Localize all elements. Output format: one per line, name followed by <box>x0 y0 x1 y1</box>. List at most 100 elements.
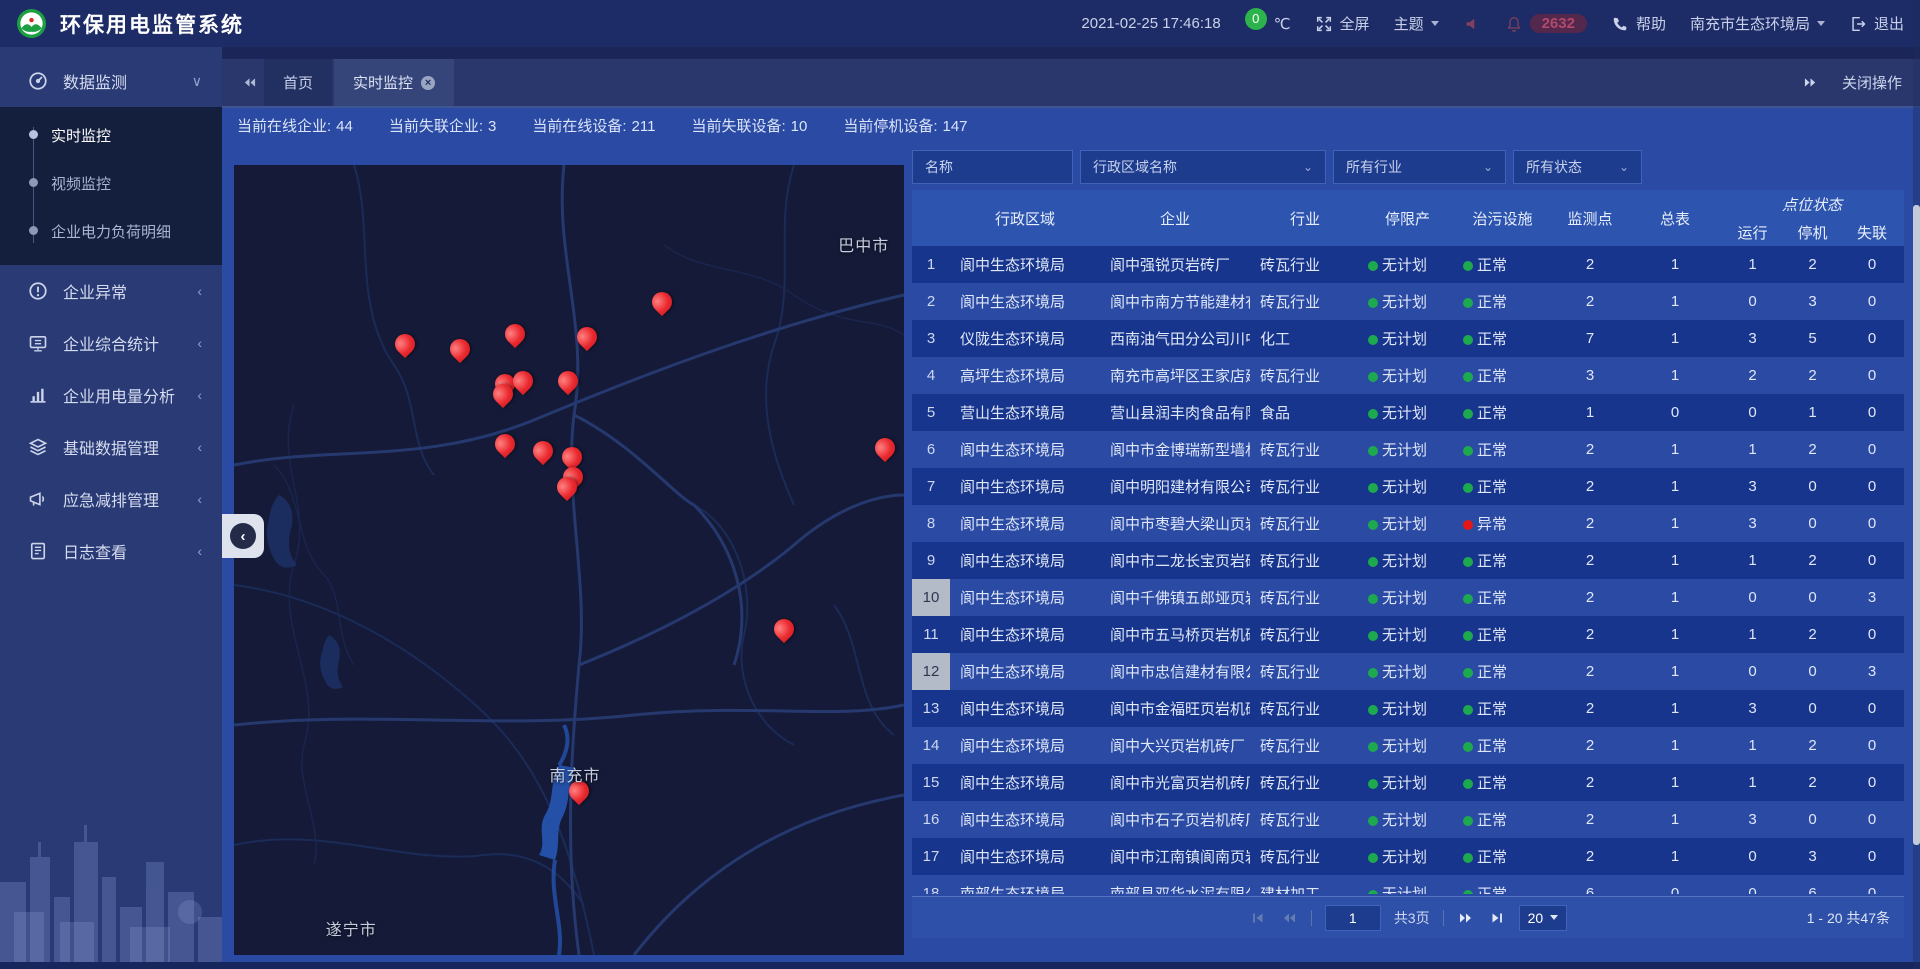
table-cell: 无计划 <box>1360 616 1455 653</box>
col-region[interactable]: 行政区域 <box>950 190 1100 246</box>
table-row[interactable]: 2阆中生态环境局阆中市南方节能建材有砖瓦行业无计划正常21030 <box>912 283 1904 320</box>
page-size-select[interactable]: 20 <box>1519 905 1568 931</box>
page-size-value: 20 <box>1528 910 1544 926</box>
status-dot-icon <box>1368 779 1378 789</box>
col-company[interactable]: 企业 <box>1100 190 1250 246</box>
status-dot-icon <box>1463 594 1473 604</box>
col-total-meter[interactable]: 总表 <box>1630 190 1720 246</box>
last-page-button[interactable] <box>1488 911 1506 925</box>
table-cell: 2 <box>1785 357 1840 394</box>
tab-1[interactable]: 首页 <box>264 59 332 106</box>
table-cell: 无计划 <box>1360 505 1455 542</box>
table-row[interactable]: 15阆中生态环境局阆中市光富页岩机砖厂砖瓦行业无计划正常21120 <box>912 764 1904 801</box>
cell-text: 0 <box>1748 589 1756 606</box>
col-monitor-points[interactable]: 监测点 <box>1550 190 1630 246</box>
page-input[interactable] <box>1325 905 1381 931</box>
theme-dropdown[interactable]: 主题 <box>1394 13 1439 34</box>
next-page-button[interactable] <box>1457 911 1475 925</box>
sound-button[interactable] <box>1463 15 1481 33</box>
map-collapse-handle[interactable]: ‹ <box>222 514 264 558</box>
notification-count-badge: 2632 <box>1530 14 1587 33</box>
sidebar-item-2[interactable]: 企业异常‹ <box>0 265 222 317</box>
cell-text: 正常 <box>1477 812 1507 829</box>
col-running[interactable]: 运行 <box>1720 218 1785 246</box>
table-row[interactable]: 13阆中生态环境局阆中市金福旺页岩机砖砖瓦行业无计划正常21300 <box>912 690 1904 727</box>
cell-text: 1 <box>1671 367 1679 384</box>
table-cell: 4 <box>912 357 950 394</box>
name-filter-input[interactable] <box>912 150 1073 184</box>
map-city-label: 遂宁市 <box>326 916 377 940</box>
fullscreen-button[interactable]: 全屏 <box>1315 13 1370 34</box>
region-filter-select[interactable]: 行政区域名称 ⌄ <box>1080 150 1326 184</box>
table-row[interactable]: 17阆中生态环境局阆中市江南镇阆南页岩砖瓦行业无计划正常21030 <box>912 838 1904 875</box>
table-cell: 3 <box>1840 579 1904 616</box>
cell-text: 17 <box>923 848 940 865</box>
table-cell: 1 <box>1630 801 1720 838</box>
table-row[interactable]: 5营山生态环境局营山县润丰肉食品有限食品无计划正常10010 <box>912 394 1904 431</box>
table-cell: 7 <box>1550 320 1630 357</box>
sidebar-item-5[interactable]: 基础数据管理‹ <box>0 421 222 473</box>
table-row[interactable]: 12阆中生态环境局阆中市忠信建材有限公砖瓦行业无计划正常21003 <box>912 653 1904 690</box>
table-cell: 0 <box>1840 357 1904 394</box>
cell-text: 0 <box>1868 256 1876 273</box>
table-row[interactable]: 7阆中生态环境局阆中明阳建材有限公司砖瓦行业无计划正常21300 <box>912 468 1904 505</box>
page-scrollbar-thumb[interactable] <box>1913 205 1920 845</box>
table-row[interactable]: 8阆中生态环境局阆中市枣碧大梁山页岩砖瓦行业无计划异常21300 <box>912 505 1904 542</box>
sidebar-item-6[interactable]: 应急减排管理‹ <box>0 473 222 525</box>
col-stopped[interactable]: 停机 <box>1785 218 1840 246</box>
table-cell: 阆中生态环境局 <box>950 727 1100 764</box>
table-cell: 阆中市枣碧大梁山页岩 <box>1100 505 1250 542</box>
close-icon[interactable]: × <box>421 76 435 90</box>
table-cell: 3 <box>1720 468 1785 505</box>
sidebar-item-4[interactable]: 企业用电量分析‹ <box>0 369 222 421</box>
table-cell: 6 <box>1785 875 1840 894</box>
cell-text: 2 <box>927 293 935 310</box>
table-row[interactable]: 14阆中生态环境局阆中大兴页岩机砖厂砖瓦行业无计划正常21120 <box>912 727 1904 764</box>
sidebar-subitem[interactable]: 企业电力负荷明细 <box>0 207 222 255</box>
tab-2[interactable]: 实时监控× <box>334 59 454 106</box>
table-row[interactable]: 11阆中生态环境局阆中市五马桥页岩机砖砖瓦行业无计划正常21120 <box>912 616 1904 653</box>
col-disconnected[interactable]: 失联 <box>1840 218 1904 246</box>
prev-page-button[interactable] <box>1280 911 1298 925</box>
map-panel[interactable]: 巴中市南充市遂宁市 <box>234 165 904 955</box>
sidebar-item-1[interactable]: 数据监测∨ <box>0 55 222 107</box>
pagination-divider <box>1443 910 1444 926</box>
sidebar-subitem[interactable]: 实时监控 <box>0 111 222 159</box>
cell-text: 砖瓦行业 <box>1260 775 1320 792</box>
table-row[interactable]: 4高坪生态环境局南充市高坪区王家店建砖瓦行业无计划正常31220 <box>912 357 1904 394</box>
help-button[interactable]: 帮助 <box>1611 13 1666 34</box>
table-cell: 无计划 <box>1360 579 1455 616</box>
stat-value: 211 <box>632 118 656 135</box>
status-filter-select[interactable]: 所有状态 ⌄ <box>1513 150 1642 184</box>
table-row[interactable]: 16阆中生态环境局阆中市石子页岩机砖厂砖瓦行业无计划正常21300 <box>912 801 1904 838</box>
cell-text: 砖瓦行业 <box>1260 812 1320 829</box>
table-row[interactable]: 3仪陇生态环境局西南油气田分公司川中化工无计划正常71350 <box>912 320 1904 357</box>
col-pollution-control[interactable]: 治污设施 <box>1455 190 1550 246</box>
first-page-button[interactable] <box>1249 911 1267 925</box>
industry-filter-select[interactable]: 所有行业 ⌄ <box>1333 150 1506 184</box>
table-row[interactable]: 10阆中生态环境局阆中千佛镇五郎垭页岩砖瓦行业无计划正常21003 <box>912 579 1904 616</box>
org-dropdown[interactable]: 南充市生态环境局 <box>1690 13 1825 34</box>
cell-text: 正常 <box>1477 701 1507 718</box>
org-label: 南充市生态环境局 <box>1690 13 1810 34</box>
table-row[interactable]: 18南部生态环境局南部县双华水泥有限公建材加工无计划正常60060 <box>912 875 1904 894</box>
table-row[interactable]: 9阆中生态环境局阆中市二龙长宝页岩砖砖瓦行业无计划正常21120 <box>912 542 1904 579</box>
logout-button[interactable]: 退出 <box>1849 13 1904 34</box>
cell-text: 阆中生态环境局 <box>960 775 1065 792</box>
table-cell: 砖瓦行业 <box>1250 653 1360 690</box>
status-dot-icon <box>1463 890 1473 894</box>
sidebar-item-7[interactable]: 日志查看‹ <box>0 525 222 577</box>
table-row[interactable]: 1阆中生态环境局阆中强锐页岩砖厂砖瓦行业无计划正常21120 <box>912 246 1904 283</box>
col-production-limit[interactable]: 停限产 <box>1360 190 1455 246</box>
cell-text: 砖瓦行业 <box>1260 664 1320 681</box>
table-row[interactable]: 6阆中生态环境局阆中市金博瑞新型墙材砖瓦行业无计划正常21120 <box>912 431 1904 468</box>
notifications[interactable]: 2632 <box>1505 14 1587 33</box>
sidebar-item-3[interactable]: 企业综合统计‹ <box>0 317 222 369</box>
sidebar-subitem[interactable]: 视频监控 <box>0 159 222 207</box>
close-operations[interactable]: 关闭操作 <box>1803 59 1920 106</box>
col-industry[interactable]: 行业 <box>1250 190 1360 246</box>
table-cell: 2 <box>1550 468 1630 505</box>
page-scrollbar[interactable] <box>1913 0 1920 969</box>
cell-text: 2 <box>1586 552 1594 569</box>
tabs-scroll-left-button[interactable] <box>234 59 264 106</box>
